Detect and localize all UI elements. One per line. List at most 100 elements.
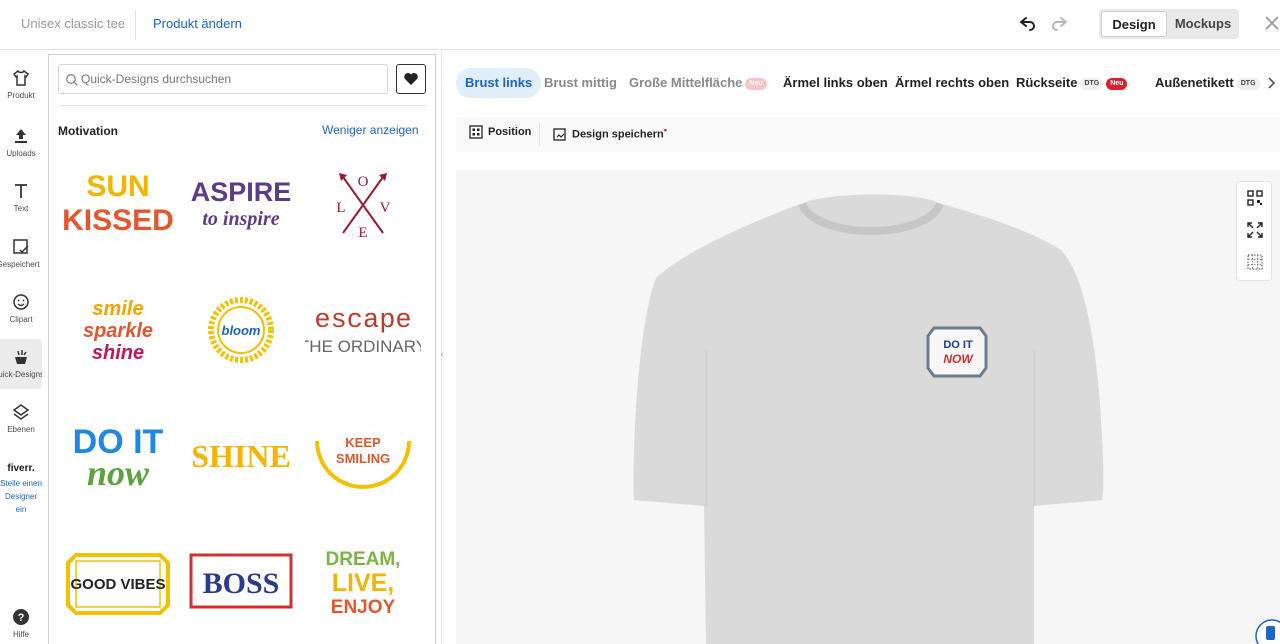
help-icon: ?: [13, 609, 29, 625]
svg-text:?: ?: [18, 612, 25, 624]
hire-designer-link[interactable]: Stelle einen Designer ein: [0, 477, 42, 516]
chat-icon[interactable]: [1252, 614, 1280, 644]
product-name: Unisex classic tee: [21, 16, 126, 31]
unsaved-dot-icon: •: [663, 125, 667, 135]
design-tile-love-arrows[interactable]: O L V E: [305, 151, 421, 261]
saved-icon: [13, 239, 29, 254]
design-text: escape: [314, 306, 411, 336]
undo-icon[interactable]: [1015, 12, 1039, 36]
sidebar-item-label: Uploads: [6, 149, 36, 158]
save-design-icon: [553, 128, 566, 141]
chevron-left-icon: ‹: [440, 349, 444, 360]
design-tile-escape[interactable]: escape THE ORDINARY: [305, 275, 421, 385]
design-tile-boss[interactable]: BOSS: [183, 527, 299, 637]
upload-icon: [15, 129, 27, 143]
design-tile-good-vibes[interactable]: GOOD VIBES: [60, 527, 176, 637]
design-view-button[interactable]: Design: [1101, 11, 1167, 37]
quick-designs-panel: Motivation Weniger anzeigen SUN KISSED A…: [48, 54, 436, 644]
text-icon: [15, 184, 27, 198]
change-product-link[interactable]: Produkt ändern: [153, 16, 242, 31]
design-text: KISSED: [62, 204, 174, 237]
new-badge: Neu: [1106, 77, 1128, 90]
design-canvas: DO IT NOW: [456, 170, 1280, 644]
design-text: KEEP: [345, 435, 381, 450]
tab-label: Außenetikett: [1155, 75, 1234, 90]
sidebar-item-label: Ebenen: [7, 425, 35, 434]
quick-designs-icon: [15, 350, 27, 364]
qr-code-icon[interactable]: [1246, 189, 1264, 207]
placement-tabs: Brust links Brust mittig Große Mittelflä…: [456, 68, 1280, 98]
design-text: O: [358, 174, 369, 190]
design-text: DREAM,: [326, 549, 401, 570]
design-text: sparkle: [83, 320, 153, 342]
design-tile-keep-smiling[interactable]: KEEP SMILING: [305, 401, 421, 511]
design-text: shine: [92, 342, 144, 364]
fiverr-promo[interactable]: fiverr. Stelle einen Designer ein: [0, 463, 42, 516]
help-button[interactable]: ? Hilfe: [0, 607, 42, 639]
design-tile-sun-kissed[interactable]: SUN KISSED: [60, 151, 176, 261]
sidebar-item-text[interactable]: Text: [0, 181, 42, 213]
design-text: L: [336, 200, 345, 216]
design-tile-bloom[interactable]: bloom: [183, 275, 299, 385]
view-switch: Design Mockups: [1099, 9, 1239, 39]
design-text: GOOD VIBES: [70, 576, 165, 593]
tab-rueckseite[interactable]: Rückseite DTG Neu: [1016, 68, 1128, 98]
print-text: DO IT: [943, 339, 973, 351]
design-text: SMILING: [336, 451, 390, 466]
redo-icon[interactable]: [1048, 12, 1072, 36]
design-text: LIVE,: [332, 569, 395, 597]
dtg-tag: DTG: [1080, 77, 1104, 90]
tshirt-mockup[interactable]: DO IT NOW: [456, 170, 1280, 644]
design-text: ENJOY: [331, 597, 396, 618]
tab-brust-mittig[interactable]: Brust mittig: [544, 68, 617, 98]
tab-aermel-links-oben[interactable]: Ärmel links oben: [783, 68, 888, 98]
print-text: NOW: [943, 352, 974, 366]
close-icon[interactable]: [1262, 13, 1280, 33]
design-tile-dream-live-enjoy[interactable]: DREAM, LIVE, ENJOY: [305, 527, 421, 637]
top-bar: Unisex classic tee Produkt ändern Design…: [0, 0, 1280, 50]
help-label: Hilfe: [12, 630, 29, 639]
collapse-panel-button[interactable]: ‹: [436, 340, 448, 370]
canvas-tools: [1236, 181, 1272, 281]
sidebar-item-gespeichert[interactable]: Gespeichert: [0, 237, 42, 269]
sidebar-item-clipart[interactable]: Clipart: [0, 292, 42, 324]
chevron-right-icon[interactable]: [1266, 76, 1276, 90]
position-label: Position: [488, 125, 532, 138]
search-input[interactable]: [81, 65, 381, 93]
tab-label: Große Mittelfläche: [629, 75, 743, 90]
save-design-button[interactable]: Design speichern•: [553, 125, 667, 142]
tab-label: Ärmel links oben: [783, 75, 888, 90]
save-design-label: Design speichern: [572, 128, 664, 141]
sidebar-item-label: Clipart: [9, 315, 33, 324]
sidebar-item-label: Quick-Designs: [0, 370, 42, 379]
sidebar-item-quick-designs[interactable]: Quick-Designs: [0, 339, 42, 389]
expand-icon[interactable]: [1246, 221, 1264, 239]
mockups-view-button[interactable]: Mockups: [1169, 11, 1237, 37]
show-less-link[interactable]: Weniger anzeigen: [322, 123, 419, 137]
favorites-button[interactable]: [396, 64, 426, 94]
print-area-design[interactable]: DO IT NOW: [926, 326, 988, 378]
category-title: Motivation: [58, 124, 118, 138]
tab-aermel-rechts-oben[interactable]: Ärmel rechts oben: [895, 68, 1009, 98]
sidebar-item-uploads[interactable]: Uploads: [0, 126, 42, 158]
shirt-icon: [12, 69, 30, 86]
tab-grosse-mittelflaeche[interactable]: Große Mittelfläche Neu: [629, 68, 767, 98]
tab-brust-links[interactable]: Brust links: [456, 68, 542, 98]
grid-icon[interactable]: [1246, 253, 1264, 271]
dtg-tag: DTG: [1236, 77, 1260, 90]
position-button[interactable]: Position: [469, 125, 531, 139]
tab-label: Rückseite: [1016, 75, 1078, 90]
position-icon: [469, 125, 483, 139]
tab-aussenetikett[interactable]: Außenetikett DTG: [1155, 68, 1260, 98]
design-tile-aspire[interactable]: ASPIRE to inspire: [183, 151, 299, 261]
design-tile-smile-sparkle[interactable]: smile sparkle shine: [60, 275, 176, 385]
design-tile-shine[interactable]: SHINE: [183, 401, 299, 511]
design-text: THE ORDINARY: [305, 337, 421, 356]
search-icon: [66, 74, 78, 86]
sidebar-item-produkt[interactable]: Produkt: [0, 68, 42, 100]
design-tile-do-it-now[interactable]: DO IT now: [60, 401, 176, 511]
search-box: [58, 64, 388, 94]
design-text: now: [87, 453, 150, 493]
left-sidebar: Produkt Uploads Text Gespeichert Clipart…: [0, 51, 42, 644]
sidebar-item-ebenen[interactable]: Ebenen: [0, 402, 42, 434]
